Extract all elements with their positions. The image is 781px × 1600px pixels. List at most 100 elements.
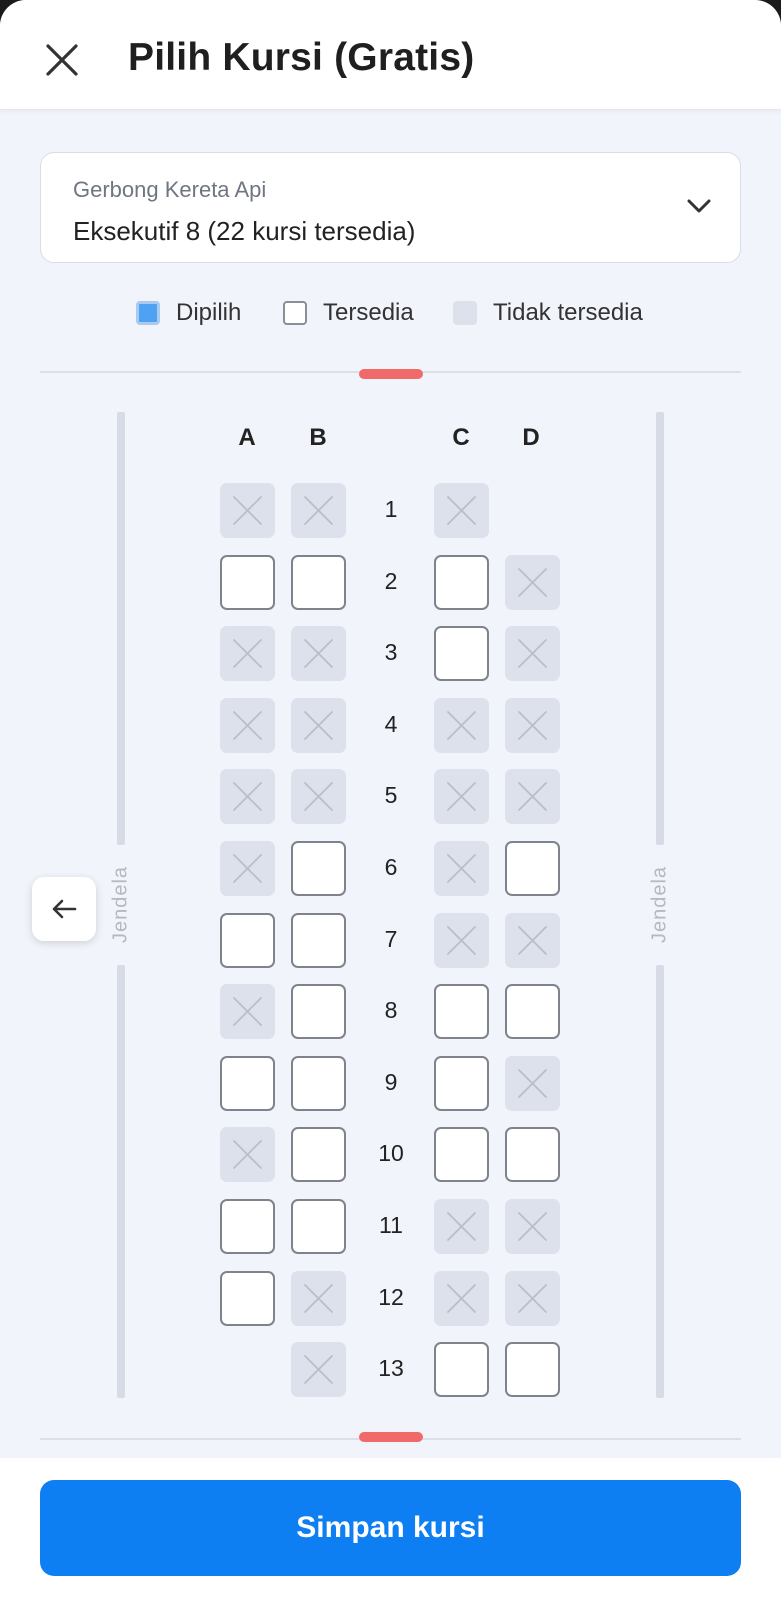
row-number-4: 4 xyxy=(384,711,398,737)
seat-3b-unavailable xyxy=(291,626,346,681)
seat-4b-unavailable xyxy=(291,698,346,753)
x-mark-icon xyxy=(233,782,262,811)
seat-3d-unavailable xyxy=(505,626,560,681)
seat-11b-available[interactable] xyxy=(291,1199,346,1254)
column-header-a: A xyxy=(238,424,256,451)
row-number-10: 10 xyxy=(378,1140,404,1166)
x-mark-icon xyxy=(304,1284,333,1313)
seat-7d-unavailable xyxy=(505,913,560,968)
seat-10b-available[interactable] xyxy=(291,1127,346,1182)
seat-2c-available[interactable] xyxy=(434,555,489,610)
legend-available-swatch xyxy=(283,301,307,325)
seat-13b-unavailable xyxy=(291,1342,346,1397)
close-button[interactable] xyxy=(40,38,84,82)
x-mark-icon xyxy=(447,1212,476,1241)
row-number-12: 12 xyxy=(378,1284,404,1310)
x-mark-icon xyxy=(518,639,547,668)
seat-5c-unavailable xyxy=(434,769,489,824)
seat-13c-available[interactable] xyxy=(434,1342,489,1397)
coach-dropdown[interactable]: Gerbong Kereta Api Eksekutif 8 (22 kursi… xyxy=(40,152,741,263)
row-number-5: 5 xyxy=(384,782,398,808)
page-title: Pilih Kursi (Gratis) xyxy=(128,36,475,79)
x-mark-icon xyxy=(304,782,333,811)
row-number-8: 8 xyxy=(384,997,398,1023)
row-number-1: 1 xyxy=(384,496,398,522)
row-number-3: 3 xyxy=(384,639,398,665)
seat-12c-unavailable xyxy=(434,1271,489,1326)
seat-3c-available[interactable] xyxy=(434,626,489,681)
legend-unavailable-label: Tidak tersedia xyxy=(493,299,643,326)
window-label-left: Jendela xyxy=(109,865,132,944)
legend-available: Tersedia xyxy=(283,298,414,328)
seat-13d-available[interactable] xyxy=(505,1342,560,1397)
column-header-b: B xyxy=(309,424,327,451)
close-icon xyxy=(46,44,78,76)
row-number-2: 2 xyxy=(384,568,398,594)
seat-12a-available[interactable] xyxy=(220,1271,275,1326)
x-mark-icon xyxy=(518,1284,547,1313)
window-bar-right-top xyxy=(656,412,664,845)
save-seat-button[interactable]: Simpan kursi xyxy=(40,1480,741,1576)
x-mark-icon xyxy=(304,496,333,525)
row-number-7: 7 xyxy=(384,926,398,952)
legend-selected: Dipilih xyxy=(136,298,241,328)
x-mark-icon xyxy=(518,782,547,811)
coach-dropdown-value: Eksekutif 8 (22 kursi tersedia) xyxy=(73,216,416,246)
column-header-c: C xyxy=(452,424,470,451)
seat-6d-available[interactable] xyxy=(505,841,560,896)
x-mark-icon xyxy=(447,782,476,811)
x-mark-icon xyxy=(304,711,333,740)
seat-2d-unavailable xyxy=(505,555,560,610)
seat-3a-unavailable xyxy=(220,626,275,681)
seat-7a-available[interactable] xyxy=(220,913,275,968)
seat-8d-available[interactable] xyxy=(505,984,560,1039)
seat-selection-sheet: Pilih Kursi (Gratis) Gerbong Kereta Api … xyxy=(0,0,781,1600)
seat-2b-available[interactable] xyxy=(291,555,346,610)
seat-4a-unavailable xyxy=(220,698,275,753)
front-marker xyxy=(359,369,423,379)
seat-6b-available[interactable] xyxy=(291,841,346,896)
back-button[interactable] xyxy=(32,877,96,941)
seat-10c-available[interactable] xyxy=(434,1127,489,1182)
seat-4c-unavailable xyxy=(434,698,489,753)
x-mark-icon xyxy=(233,711,262,740)
seat-10d-available[interactable] xyxy=(505,1127,560,1182)
row-number-9: 9 xyxy=(384,1069,398,1095)
window-bar-left-top xyxy=(117,412,125,845)
seat-8b-available[interactable] xyxy=(291,984,346,1039)
x-mark-icon xyxy=(304,1355,333,1384)
seat-6a-unavailable xyxy=(220,841,275,896)
seat-9b-available[interactable] xyxy=(291,1056,346,1111)
coach-dropdown-label: Gerbong Kereta Api xyxy=(73,177,267,202)
seat-11a-available[interactable] xyxy=(220,1199,275,1254)
seat-2a-available[interactable] xyxy=(220,555,275,610)
rear-marker xyxy=(359,1432,423,1442)
x-mark-icon xyxy=(518,711,547,740)
chevron-down-icon xyxy=(687,199,711,213)
window-bar-left-bottom xyxy=(117,965,125,1398)
seat-6c-unavailable xyxy=(434,841,489,896)
x-mark-icon xyxy=(447,496,476,525)
seat-7c-unavailable xyxy=(434,913,489,968)
window-label-right: Jendela xyxy=(648,865,671,944)
seat-12d-unavailable xyxy=(505,1271,560,1326)
seat-5d-unavailable xyxy=(505,769,560,824)
seat-11d-unavailable xyxy=(505,1199,560,1254)
x-mark-icon xyxy=(233,997,262,1026)
x-mark-icon xyxy=(447,854,476,883)
column-header-d: D xyxy=(522,424,540,451)
seat-7b-available[interactable] xyxy=(291,913,346,968)
seat-8c-available[interactable] xyxy=(434,984,489,1039)
seat-10a-unavailable xyxy=(220,1127,275,1182)
seat-9c-available[interactable] xyxy=(434,1056,489,1111)
seat-9a-available[interactable] xyxy=(220,1056,275,1111)
legend-selected-label: Dipilih xyxy=(176,299,242,326)
x-mark-icon xyxy=(233,1140,262,1169)
seat-4d-unavailable xyxy=(505,698,560,753)
x-mark-icon xyxy=(233,496,262,525)
x-mark-icon xyxy=(233,639,262,668)
x-mark-icon xyxy=(518,1212,547,1241)
legend-unavailable: Tidak tersedia xyxy=(453,298,643,328)
x-mark-icon xyxy=(304,639,333,668)
row-number-11: 11 xyxy=(379,1212,403,1238)
